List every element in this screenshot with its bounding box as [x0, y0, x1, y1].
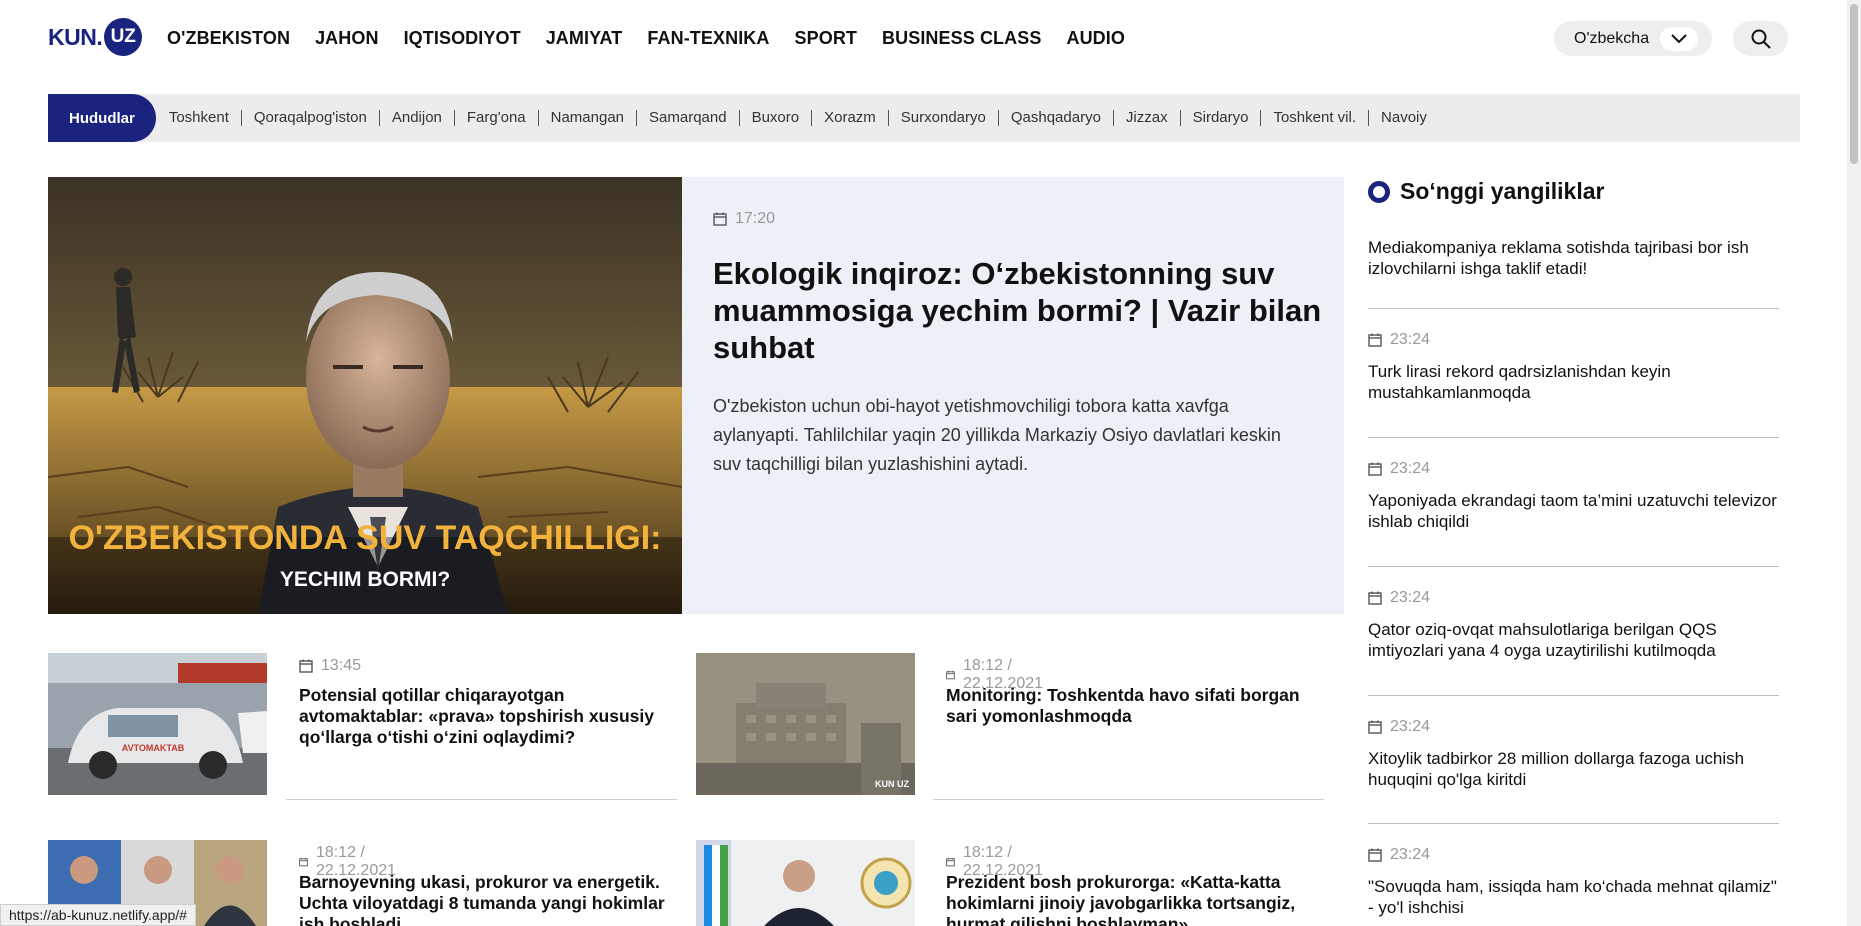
hero-image-caption-line1: O'ZBEKISTONDA SUV TAQCHILLIGI: — [68, 519, 661, 557]
region-link[interactable]: Navoiy — [1368, 110, 1439, 126]
hero-image[interactable]: O'ZBEKISTONDA SUV TAQCHILLIGI: YECHIM BO… — [48, 177, 682, 614]
news-title[interactable]: Barnoyevning ukasi, prokuror va energeti… — [299, 872, 679, 926]
nav-item-ozbekiston[interactable]: O'ZBEKISTON — [167, 28, 290, 49]
news-image[interactable]: AVTOMAKTAB — [48, 653, 267, 795]
region-link[interactable]: Xorazm — [811, 110, 888, 126]
region-link[interactable]: Toshkent vil. — [1260, 110, 1368, 126]
latest-news-meta: 23:24 — [1368, 718, 1779, 736]
latest-news-time: 23:24 — [1390, 589, 1431, 606]
language-select[interactable]: O'zbekcha — [1554, 21, 1712, 56]
hero-title[interactable]: Ekologik inqiroz: O‘zbekistonning suv mu… — [713, 255, 1323, 366]
latest-news-meta: 23:24 — [1368, 460, 1779, 478]
divider — [933, 799, 1324, 800]
latest-news-text[interactable]: Xitoylik tadbirkor 28 million dollarga f… — [1368, 748, 1779, 790]
latest-news-item[interactable]: Mediakompaniya reklama sotishda tajribas… — [1368, 237, 1779, 279]
news-title[interactable]: Potensial qotillar chiqarayotgan avtomak… — [299, 685, 669, 748]
svg-text:AVTOMAKTAB: AVTOMAKTAB — [122, 743, 185, 753]
region-link[interactable]: Jizzax — [1112, 110, 1180, 126]
calendar-icon — [299, 857, 308, 867]
language-selected: O'zbekcha — [1574, 29, 1650, 47]
nav-item-audio[interactable]: AUDIO — [1066, 28, 1125, 49]
nav-item-business-class[interactable]: BUSINESS CLASS — [882, 28, 1041, 49]
regions-label[interactable]: Hududlar — [48, 94, 156, 142]
calendar-icon — [299, 659, 313, 673]
latest-news-meta: 23:24 — [1368, 589, 1779, 607]
latest-news-item[interactable]: 23:24 Qator oziq-ovqat mahsulotlariga be… — [1368, 589, 1779, 661]
hero-meta: 17:20 — [713, 210, 775, 228]
page-scrollbar[interactable] — [1847, 0, 1861, 926]
nav-item-iqtisodiyot[interactable]: IQTISODIYOT — [404, 28, 521, 49]
news-time: 13:45 — [321, 657, 362, 674]
latest-news-text[interactable]: Yaponiyada ekrandagi taom ta’mini uzatuv… — [1368, 490, 1779, 532]
region-link[interactable]: Sirdaryo — [1179, 110, 1261, 126]
calendar-icon — [1368, 720, 1382, 734]
calendar-icon — [946, 857, 955, 867]
latest-news-meta: 23:24 — [1368, 846, 1779, 864]
latest-news-time: 23:24 — [1390, 460, 1431, 477]
region-link[interactable]: Toshkent — [169, 110, 241, 126]
scrollbar-thumb[interactable] — [1850, 4, 1858, 164]
calendar-icon — [1368, 591, 1382, 605]
news-title[interactable]: Monitoring: Toshkentda havo sifati borga… — [946, 685, 1331, 727]
main-nav: O'ZBEKISTON JAHON IQTISODIYOT JAMIYAT FA… — [167, 28, 1125, 49]
region-link[interactable]: Buxoro — [738, 110, 812, 126]
region-link[interactable]: Farg'ona — [453, 110, 538, 126]
calendar-icon — [1368, 333, 1382, 347]
divider — [1368, 308, 1779, 309]
ring-icon — [1368, 180, 1390, 203]
nav-item-sport[interactable]: SPORT — [795, 28, 858, 49]
search-button[interactable] — [1733, 21, 1788, 56]
latest-news-time: 23:24 — [1390, 718, 1431, 735]
logo-kun-text: KUN. — [48, 23, 103, 50]
region-link[interactable]: Surxondaryo — [887, 110, 998, 126]
region-link[interactable]: Samarqand — [636, 110, 739, 126]
logo-uz-badge: UZ — [104, 18, 143, 56]
region-link[interactable]: Andijon — [378, 110, 454, 126]
calendar-icon — [946, 670, 955, 680]
nav-item-jamiyat[interactable]: JAMIYAT — [546, 28, 623, 49]
divider — [286, 799, 677, 800]
calendar-icon — [1368, 848, 1382, 862]
divider — [1368, 695, 1779, 696]
latest-news-time: 23:24 — [1390, 846, 1431, 863]
hero-article[interactable]: O'ZBEKISTONDA SUV TAQCHILLIGI: YECHIM BO… — [48, 177, 1344, 614]
latest-news-text[interactable]: Mediakompaniya reklama sotishda tajribas… — [1368, 237, 1779, 279]
news-title[interactable]: Prezident bosh prokurorga: «Katta-katta … — [946, 872, 1316, 926]
latest-news-meta: 23:24 — [1368, 331, 1779, 349]
region-link[interactable]: Qoraqalpog'iston — [240, 110, 379, 126]
news-meta: 13:45 — [299, 657, 361, 675]
latest-news-item[interactable]: 23:24 Turk lirasi rekord qadrsizlanishda… — [1368, 331, 1779, 403]
hero-description: O'zbekiston uchun obi-hayot yetishmovchi… — [713, 396, 1281, 474]
divider — [1368, 566, 1779, 567]
latest-news-title: So‘nggi yangiliklar — [1400, 178, 1605, 204]
site-logo[interactable]: KUN. UZ — [48, 18, 143, 56]
nav-item-jahon[interactable]: JAHON — [315, 28, 379, 49]
calendar-icon — [713, 212, 727, 226]
divider — [1368, 437, 1779, 438]
latest-news-item[interactable]: 23:24 "Sovuqda ham, issiqda ham ko‘chada… — [1368, 846, 1779, 918]
latest-news-item[interactable]: 23:24 Xitoylik tadbirkor 28 million doll… — [1368, 718, 1779, 790]
latest-news-time: 23:24 — [1390, 331, 1431, 348]
regions-bar: Hududlar Toshkent Qoraqalpog'iston Andij… — [48, 94, 1800, 142]
news-image[interactable]: KUN UZ — [696, 653, 915, 795]
latest-news-header: So‘nggi yangiliklar — [1368, 178, 1604, 205]
chevron-down-icon[interactable] — [1660, 27, 1698, 51]
hero-time: 17:20 — [735, 210, 776, 227]
calendar-icon — [1368, 462, 1382, 476]
latest-news-text[interactable]: "Sovuqda ham, issiqda ham ko‘chada mehna… — [1368, 876, 1779, 918]
region-list: Toshkent Qoraqalpog'iston Andijon Farg'o… — [169, 110, 1439, 126]
search-icon — [1751, 29, 1771, 49]
region-link[interactable]: Namangan — [537, 110, 636, 126]
region-link[interactable]: Qashqadaryo — [997, 110, 1113, 126]
news-image[interactable] — [696, 840, 915, 926]
latest-news-text[interactable]: Qator oziq-ovqat mahsulotlariga berilgan… — [1368, 619, 1779, 661]
latest-news-item[interactable]: 23:24 Yaponiyada ekrandagi taom ta’mini … — [1368, 460, 1779, 532]
watermark-text: KUN UZ — [875, 779, 909, 789]
divider — [1368, 823, 1779, 824]
hero-image-caption-line2: YECHIM BORMI? — [280, 568, 450, 591]
site-header: KUN. UZ O'ZBEKISTON JAHON IQTISODIYOT JA… — [0, 0, 1861, 80]
status-url: https://ab-kunuz.netlify.app/# — [0, 904, 196, 926]
latest-news-text[interactable]: Turk lirasi rekord qadrsizlanishdan keyi… — [1368, 361, 1779, 403]
nav-item-fan-texnika[interactable]: FAN-TEXNIKA — [647, 28, 769, 49]
